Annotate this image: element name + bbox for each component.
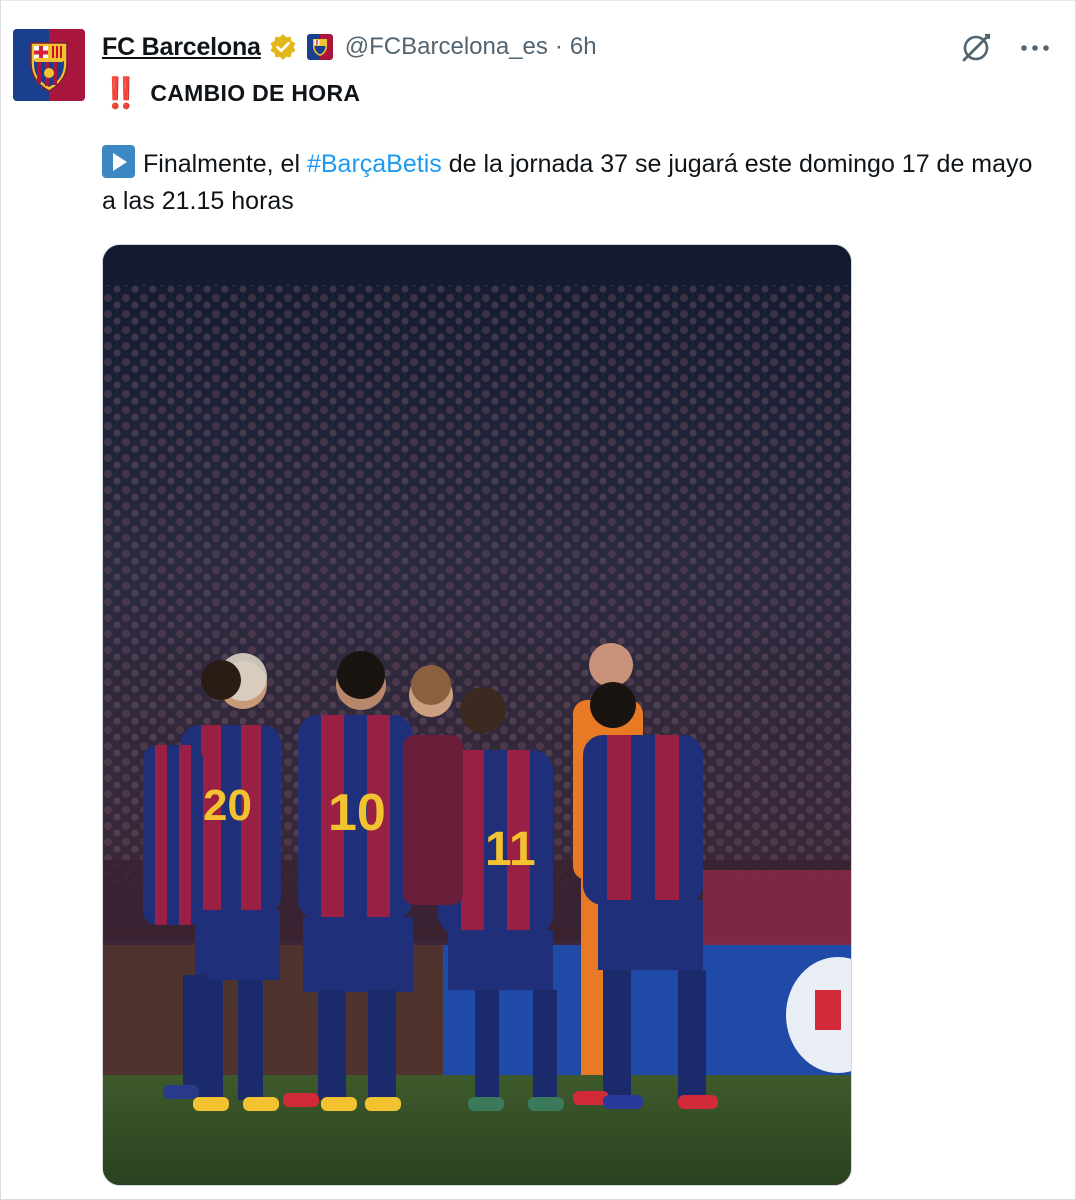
fc-barcelona-crest-icon[interactable] xyxy=(306,34,333,60)
fc-barcelona-crest-icon xyxy=(13,29,85,101)
grok-icon[interactable] xyxy=(959,31,993,65)
tweet-card[interactable]: FC Barcelona @FCBarcelona_es · 6h ‼️ CAM… xyxy=(0,0,1076,1200)
avatar[interactable] xyxy=(13,29,85,101)
timestamp[interactable]: 6h xyxy=(570,33,597,61)
tweet-text: Finalmente, el #BarçaBetis de la jornada… xyxy=(102,145,1042,220)
tweet-header: FC Barcelona @FCBarcelona_es · 6h xyxy=(102,29,597,65)
svg-text:11: 11 xyxy=(485,823,536,876)
play-button-icon xyxy=(102,145,135,178)
svg-text:10: 10 xyxy=(328,784,386,842)
double-exclamation-emoji: ‼️ xyxy=(102,76,139,110)
separator-dot: · xyxy=(554,33,563,60)
team-huddle-photo: 20 10 11 xyxy=(103,245,851,1185)
tweet-headline-row: ‼️ CAMBIO DE HORA xyxy=(102,73,360,113)
tweet-photo[interactable]: 20 10 11 xyxy=(102,244,852,1186)
more-icon[interactable] xyxy=(1017,31,1053,65)
verified-badge-icon[interactable] xyxy=(269,33,297,61)
svg-text:20: 20 xyxy=(203,781,252,830)
hashtag-link[interactable]: #BarçaBetis xyxy=(307,150,442,178)
author-handle[interactable]: @FCBarcelona_es xyxy=(345,33,548,61)
tweet-actions-top xyxy=(959,31,1053,65)
author-name[interactable]: FC Barcelona xyxy=(102,33,261,62)
tweet-text-prefix: Finalmente, el xyxy=(143,150,307,178)
tweet-headline: CAMBIO DE HORA xyxy=(150,79,361,106)
